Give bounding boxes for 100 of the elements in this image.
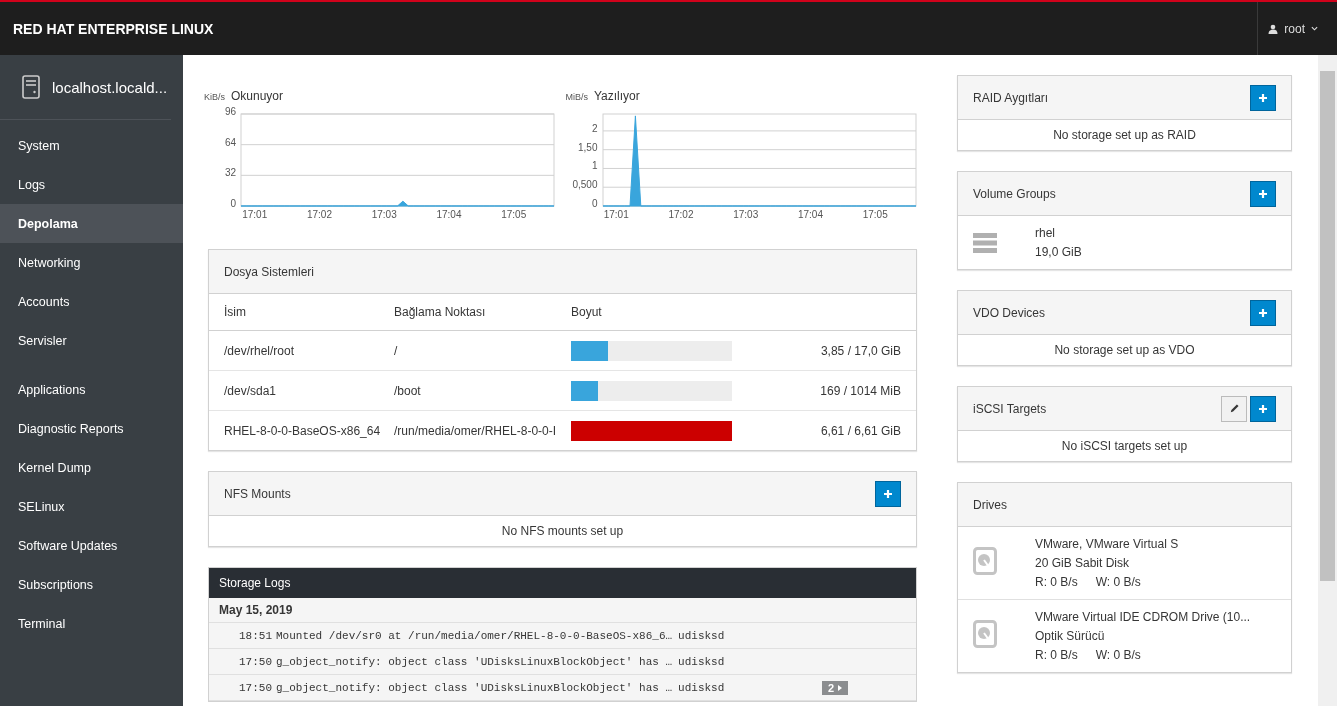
storage-icon [973, 232, 997, 253]
panel-title: Drives [973, 497, 1007, 512]
chart-title: Okunuyor [231, 89, 284, 103]
nav-item[interactable]: System [0, 126, 183, 165]
x-tick-label: 17:01 [603, 209, 629, 220]
x-tick-label: 17:05 [501, 209, 527, 220]
nav-item[interactable]: SELinux [0, 487, 183, 526]
log-time: 17:50 [239, 655, 272, 668]
nav-item[interactable]: Terminal [0, 604, 183, 643]
log-message: g_object_notify: object class 'UDisksLinuxBlockObject' has … [276, 681, 673, 694]
log-time: 18:51 [239, 629, 272, 642]
panel-title: Dosya Sistemleri [224, 264, 315, 279]
drive-type: 20 GiB Sabit Disk [1035, 556, 1131, 570]
log-source: udisksd [678, 655, 725, 668]
table-cell-text: /run/media/omer/RHEL-8-0-0-I [394, 423, 558, 438]
axis-unit: KiB/s [204, 92, 225, 102]
add-button[interactable] [1250, 395, 1276, 422]
x-tick-label: 17:02 [668, 209, 694, 220]
table-cell-text: /dev/sda1 [224, 383, 278, 398]
table-cell-text: /dev/rhel/root [224, 343, 296, 358]
scrollbar[interactable] [1318, 55, 1337, 706]
nav-item[interactable]: Software Updates [0, 526, 183, 565]
panel-title: iSCSI Targets [973, 401, 1047, 416]
y-tick-label: 0,500 [572, 179, 598, 191]
add-button[interactable] [875, 480, 901, 507]
nav-item[interactable]: Kernel Dump [0, 448, 183, 487]
column-header: Boyut [571, 305, 603, 319]
caret-icon [1311, 26, 1318, 31]
scrollbar-thumb[interactable] [1320, 71, 1335, 581]
group-size: 19,0 GiB [1035, 245, 1082, 259]
add-button[interactable] [1250, 84, 1276, 111]
column-header: İsim [224, 305, 247, 319]
plus-icon [1258, 403, 1268, 414]
y-tick-label: 0 [230, 198, 236, 209]
y-tick-label: 2 [591, 122, 598, 134]
server-icon [22, 75, 40, 99]
nav-item[interactable]: Depolama [0, 204, 183, 243]
drive-type: Optik Sürücü [1035, 629, 1106, 643]
read-rate: R: 0 B/s [1035, 648, 1078, 662]
group-name: rhel [1035, 226, 1056, 240]
nav-item[interactable]: Logs [0, 165, 183, 204]
table-cell-text: /boot [394, 383, 422, 398]
table-cell-text: 3,85 / 17,0 GiB [819, 343, 901, 358]
chart-title: Yazılıyor [594, 89, 640, 103]
host-name: localhost.locald... [52, 78, 168, 96]
y-tick-label: 0 [591, 198, 598, 209]
table-cell-text: / [394, 343, 399, 358]
log-time: 17:50 [239, 681, 272, 694]
y-tick-label: 32 [224, 167, 236, 179]
table-cell-text: RHEL-8-0-0-BaseOS-x86_64 [224, 423, 382, 438]
y-tick-label: 96 [224, 106, 236, 117]
log-date: May 15, 2019 [219, 603, 293, 617]
plus-icon [1258, 307, 1268, 318]
nav-item[interactable]: Applications [0, 370, 183, 409]
add-button[interactable] [1250, 299, 1276, 326]
x-tick-label: 17:03 [371, 209, 397, 220]
nav-item[interactable]: Subscriptions [0, 565, 183, 604]
empty-message: No iSCSI targets set up [1060, 438, 1189, 455]
nav-item[interactable]: Accounts [0, 282, 183, 321]
y-tick-label: 64 [224, 136, 236, 148]
write-rate: W: 0 B/s [1095, 648, 1141, 662]
table-cell-text: 169 / 1014 MiB [819, 383, 901, 398]
plus-icon [1258, 188, 1268, 199]
x-tick-label: 17:04 [797, 209, 823, 220]
read-rate: R: 0 B/s [1035, 575, 1078, 589]
x-tick-label: 17:02 [306, 209, 332, 220]
plus-icon [883, 488, 893, 499]
write-rate: W: 0 B/s [1095, 575, 1141, 589]
panel-title: Volume Groups [973, 186, 1056, 201]
nav-item[interactable]: Networking [0, 243, 183, 282]
panel-title: NFS Mounts [224, 486, 291, 501]
y-tick-label: 1,50 [578, 141, 598, 153]
log-source: udisksd [678, 629, 725, 642]
empty-message: No storage set up as VDO [1053, 342, 1196, 359]
empty-message: No NFS mounts set up [500, 523, 625, 540]
empty-message: No storage set up as RAID [1052, 127, 1197, 144]
log-message: g_object_notify: object class 'UDisksLinuxBlockObject' has … [276, 655, 673, 668]
add-button[interactable] [1250, 180, 1276, 207]
x-tick-label: 17:03 [733, 209, 759, 220]
x-tick-label: 17:01 [242, 209, 268, 220]
panel-title: Storage Logs [219, 576, 291, 590]
user-icon [1268, 23, 1279, 34]
plus-icon [1258, 92, 1268, 103]
log-source: udisksd [678, 681, 725, 694]
x-tick-label: 17:04 [436, 209, 462, 220]
drive-name: VMware Virtual IDE CDROM Drive (10... [1035, 610, 1251, 624]
axis-unit: MiB/s [565, 92, 588, 102]
brand-title: RED HAT ENTERPRISE LINUX [12, 20, 214, 37]
pencil-icon [1228, 403, 1240, 414]
drive-name: VMware, VMware Virtual S [1035, 537, 1179, 551]
log-message: Mounted /dev/sr0 at /run/media/omer/RHEL-8-0-0-BaseOS-x86_6… [276, 629, 673, 642]
nav-item[interactable]: Diagnostic Reports [0, 409, 183, 448]
nav-item[interactable]: Servisler [0, 321, 183, 360]
y-tick-label: 1 [591, 160, 598, 172]
x-tick-label: 17:05 [862, 209, 888, 220]
panel-title: VDO Devices [973, 305, 1046, 320]
column-header: Bağlama Noktası [394, 305, 487, 319]
edit-button[interactable] [1221, 395, 1247, 422]
table-cell-text: 6,61 / 6,61 GiB [819, 423, 901, 438]
panel-title: RAID Aygıtları [973, 90, 1049, 105]
